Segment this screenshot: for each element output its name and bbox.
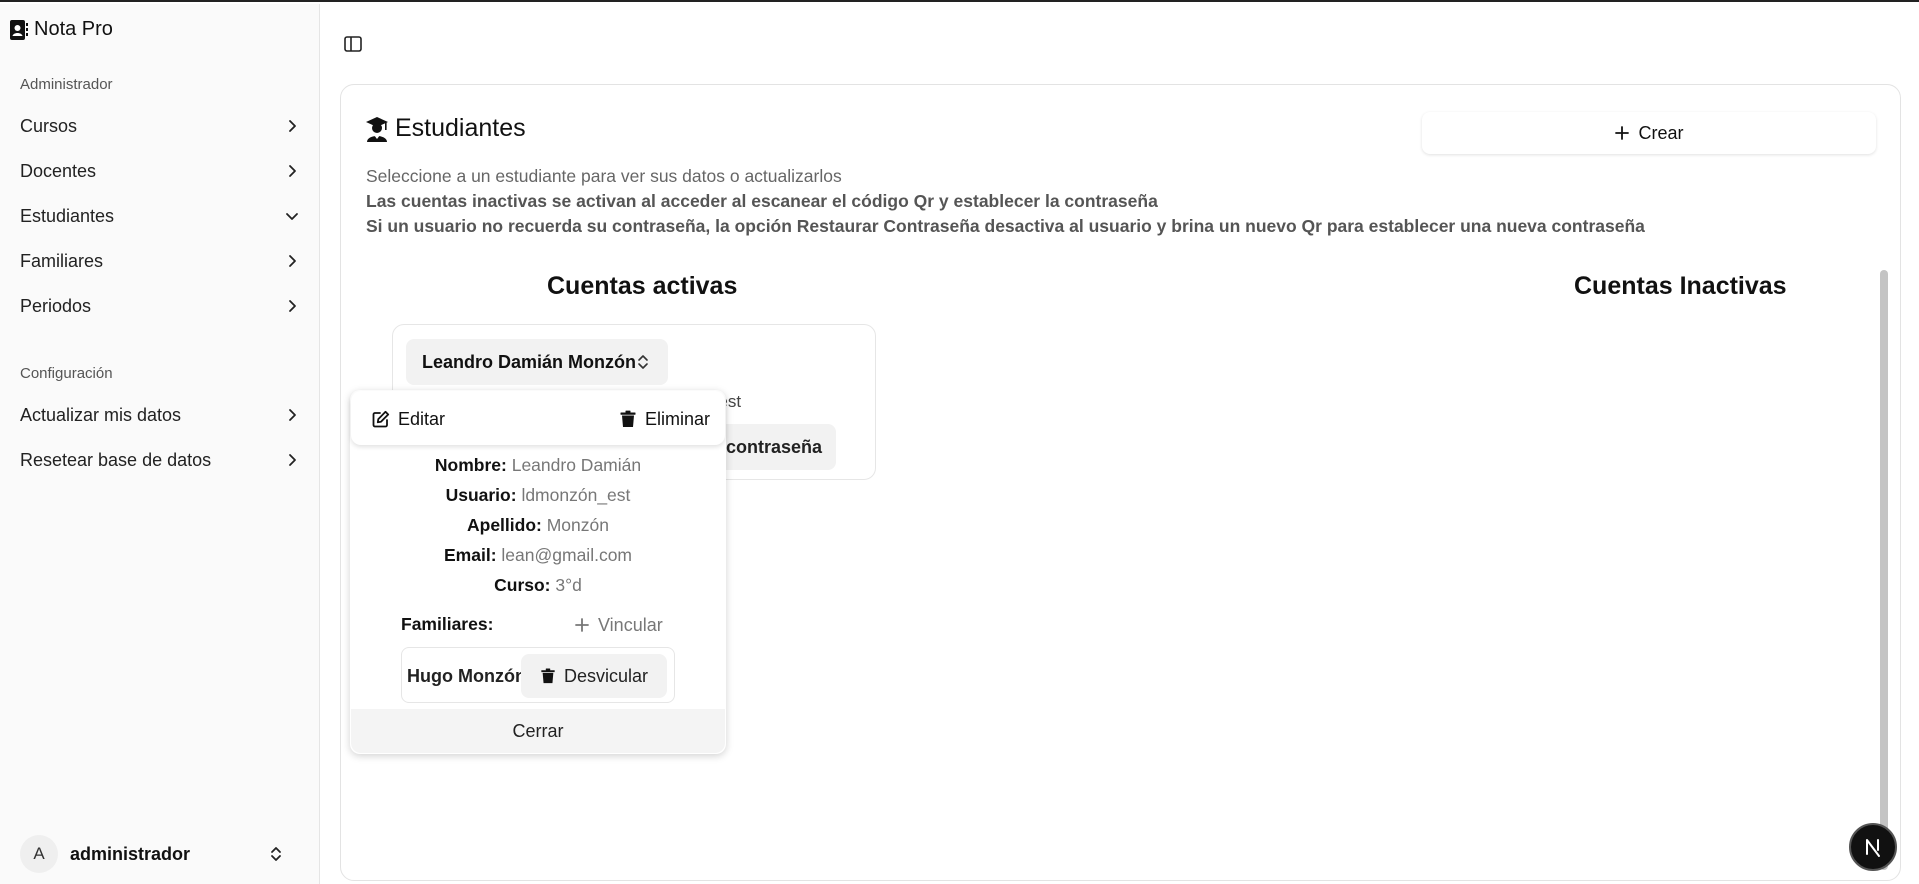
create-label: Crear (1638, 122, 1684, 143)
inactive-accounts-title: Cuentas Inactivas (1574, 272, 1787, 300)
chevron-right-icon (289, 165, 296, 177)
reset-password-label: contraseña (725, 436, 823, 457)
delete-label: Eliminar (645, 408, 711, 429)
app-brand[interactable]: Nota Pro (10, 18, 113, 41)
unlink-family-label: Desvicular (563, 665, 649, 686)
sidebar-item-label: Cursos (20, 115, 78, 136)
family-label: Familiares: (401, 614, 494, 634)
chevron-down-icon (286, 213, 298, 220)
info-key: Curso: (494, 575, 551, 595)
chevron-right-icon (289, 255, 296, 267)
sidebar-item-label: Docentes (20, 160, 97, 181)
chevrons-up-down-icon (638, 355, 648, 369)
unlink-family-button[interactable]: Desvicular (521, 654, 667, 698)
reset-password-button[interactable]: contraseña (712, 424, 836, 470)
sidebar: Nota Pro Administrador Cursos Docentes E… (0, 4, 320, 884)
description-line: Si un usuario no recuerda su contraseña,… (366, 216, 1645, 236)
info-value: ldmonzón_est (521, 485, 631, 505)
info-key: Nombre: (434, 455, 507, 475)
plus-icon (575, 618, 589, 632)
sidebar-item-cursos[interactable]: Cursos (20, 108, 300, 144)
sidebar-item-actualizar-datos[interactable]: Actualizar mis datos (20, 397, 300, 433)
info-key: Usuario: (445, 485, 517, 505)
family-member-name: Hugo Monzón (407, 666, 526, 686)
sidebar-item-label: Resetear base de datos (20, 449, 212, 470)
edit-label: Editar (398, 408, 446, 429)
edit-button[interactable]: Editar (362, 401, 455, 437)
info-row-usuario: Usuario: ldmonzón_est (352, 485, 724, 506)
info-row-apellido: Apellido: Monzón (352, 515, 724, 536)
plus-icon (1615, 126, 1630, 140)
page-title-text: Estudiantes (395, 114, 526, 142)
edit-icon (372, 410, 390, 428)
close-label: Cerrar (512, 720, 564, 741)
chevron-right-icon (289, 409, 296, 421)
info-key: Email: (444, 545, 497, 565)
close-button[interactable]: Cerrar (351, 709, 725, 753)
user-menu[interactable]: A administrador (20, 834, 300, 874)
sidebar-item-label: Actualizar mis datos (20, 404, 182, 425)
info-row-curso: Curso: 3°d (352, 575, 724, 596)
sidebar-item-label: Familiares (20, 250, 104, 271)
info-value: Monzón (546, 515, 609, 535)
info-key: Apellido: (467, 515, 542, 535)
chevron-right-icon (289, 300, 296, 312)
scrollbar[interactable] (1880, 270, 1888, 870)
link-family-label: Vincular (598, 614, 663, 635)
avatar: A (20, 835, 58, 873)
delete-button[interactable]: Eliminar (609, 401, 720, 437)
sidebar-item-periodos[interactable]: Periodos (20, 288, 300, 324)
next-dev-badge[interactable] (1849, 823, 1897, 871)
app-title: Nota Pro (34, 18, 113, 40)
sidebar-item-label: Estudiantes (20, 205, 115, 226)
sidebar-item-estudiantes[interactable]: Estudiantes (20, 198, 300, 234)
sidebar-item-docentes[interactable]: Docentes (20, 153, 300, 189)
description-line: Las cuentas inactivas se activan al acce… (366, 191, 1158, 211)
student-select-label: Leandro Damián Monzón (422, 351, 637, 372)
chevron-right-icon (289, 454, 296, 466)
sidebar-toggle-icon[interactable] (343, 34, 363, 54)
next-logo-icon (1866, 839, 1880, 857)
info-value: lean@gmail.com (501, 545, 632, 565)
user-name: administrador (70, 843, 191, 864)
page-title: Estudiantes (365, 114, 526, 143)
student-select[interactable]: Leandro Damián Monzón (406, 339, 668, 385)
active-accounts-title: Cuentas activas (547, 272, 738, 300)
info-value: Leandro Damián (511, 455, 642, 475)
info-value: 3°d (555, 575, 582, 595)
info-row-nombre: Nombre: Leandro Damián (352, 455, 724, 476)
trash-icon (620, 410, 636, 427)
description-line: Seleccione a un estudiante para ver sus … (366, 166, 842, 186)
chevron-right-icon (289, 120, 296, 132)
link-family-button[interactable]: Vincular (566, 609, 671, 641)
sidebar-item-familiares[interactable]: Familiares (20, 243, 300, 279)
sidebar-item-resetear-db[interactable]: Resetear base de datos (20, 442, 300, 478)
admin-group-label: Administrador (20, 76, 113, 93)
info-row-email: Email: lean@gmail.com (352, 545, 724, 566)
contact-book-icon (10, 19, 28, 40)
config-group-label: Configuración (20, 365, 113, 382)
trash-icon (541, 668, 555, 684)
sidebar-item-label: Periodos (20, 295, 92, 316)
create-button[interactable]: Crear (1422, 112, 1876, 154)
chevrons-up-down-icon (271, 847, 281, 861)
graduate-icon (366, 116, 388, 142)
